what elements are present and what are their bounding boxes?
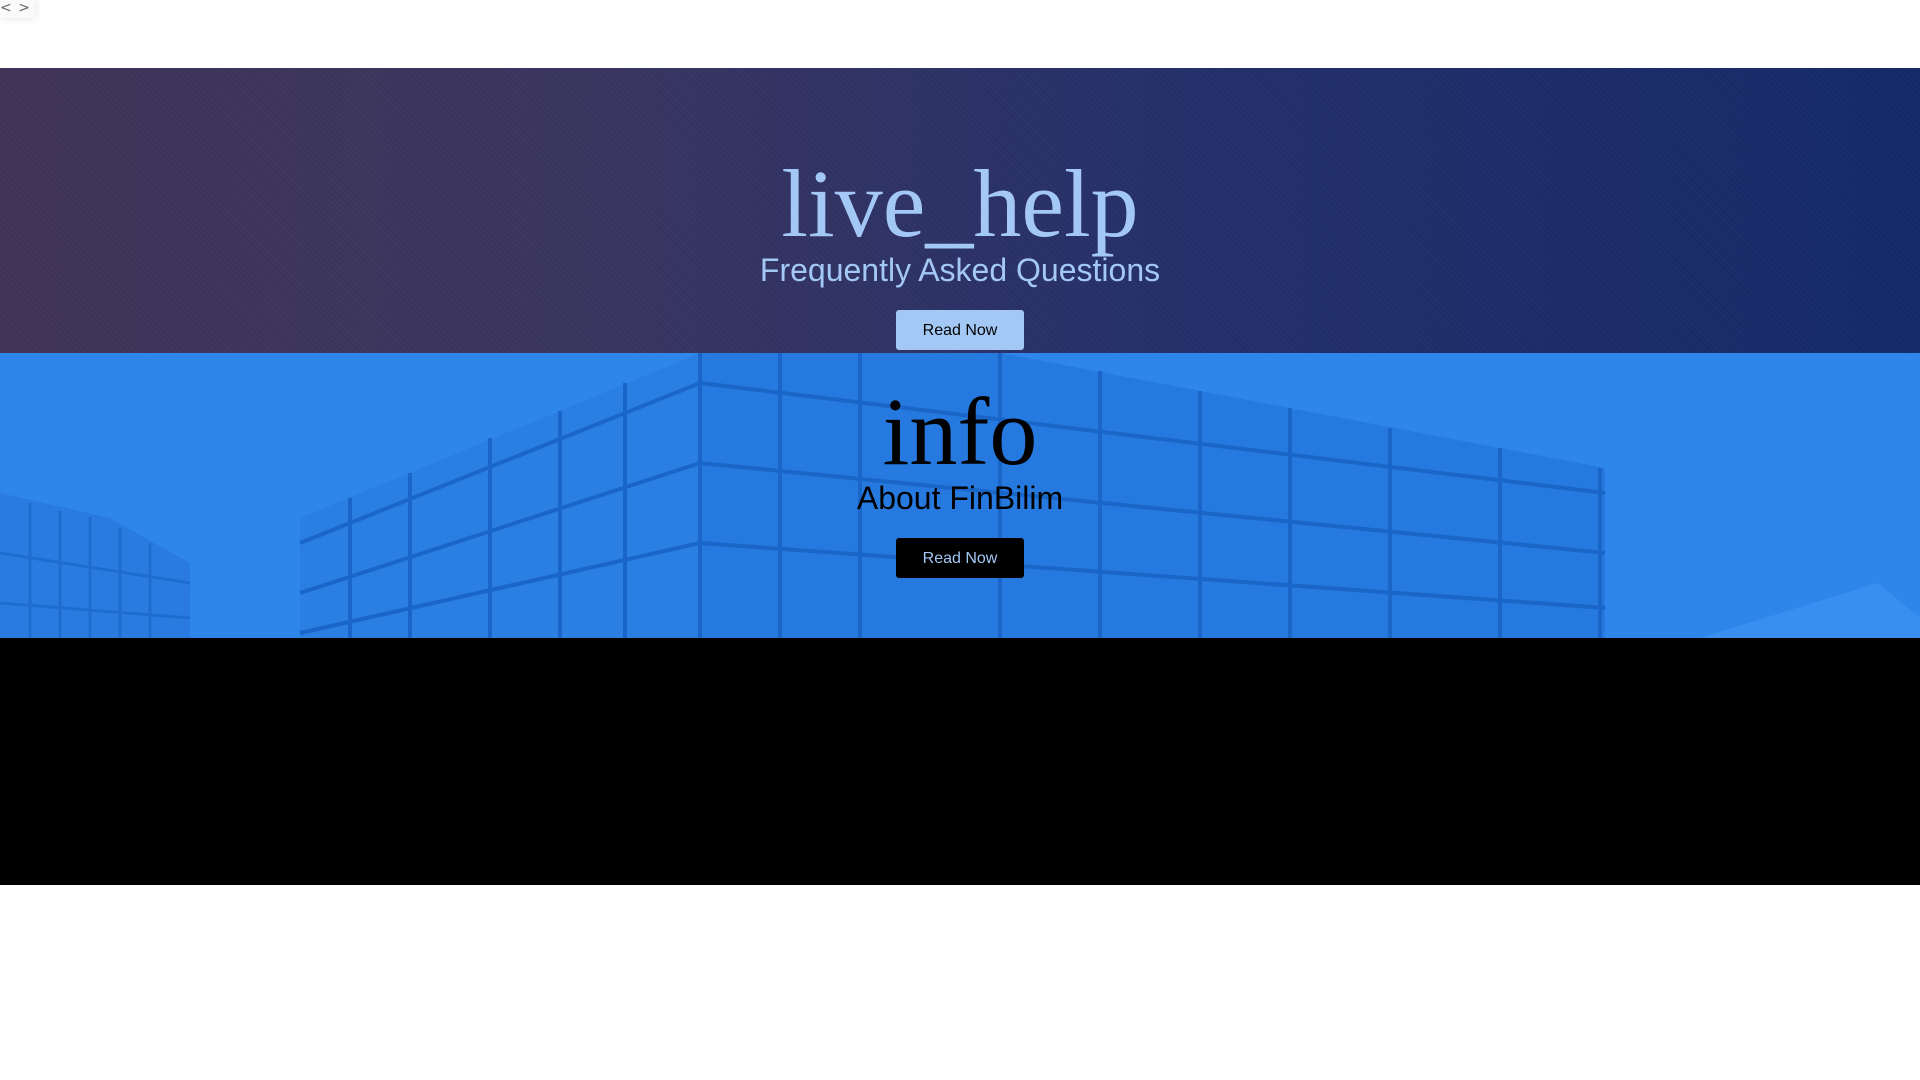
footer-band — [0, 638, 1920, 885]
live-help-icon: live_help — [781, 150, 1139, 257]
about-section: info About FinBilim Read Now — [0, 353, 1920, 638]
top-bar: < > — [0, 0, 1920, 68]
chevron-right-icon[interactable]: > — [18, 0, 31, 16]
info-icon: info — [882, 378, 1038, 485]
carousel-nav: < > — [0, 0, 35, 18]
about-read-now-button[interactable]: Read Now — [896, 538, 1024, 578]
chevron-left-icon[interactable]: < — [0, 0, 13, 16]
faq-title: Frequently Asked Questions — [759, 252, 1161, 288]
about-title: About FinBilim — [856, 480, 1064, 516]
faq-read-now-button[interactable]: Read Now — [896, 310, 1024, 350]
faq-section: live_help Frequently Asked Questions Rea… — [0, 68, 1920, 353]
